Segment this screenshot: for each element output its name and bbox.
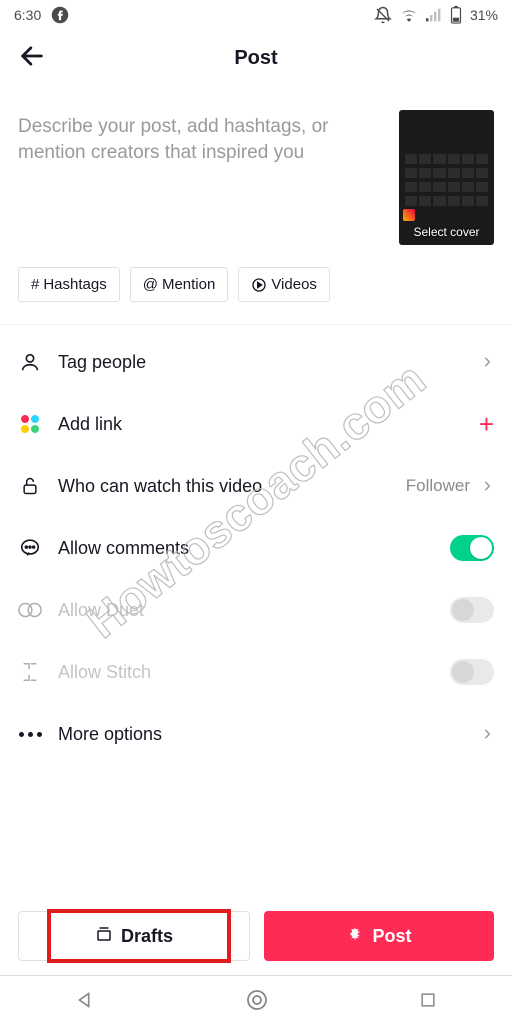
mention-chip-label: Mention bbox=[162, 276, 215, 293]
allow-duet-toggle bbox=[450, 597, 494, 623]
more-options-label: More options bbox=[58, 724, 464, 745]
play-circle-icon bbox=[251, 277, 267, 293]
allow-comments-toggle[interactable] bbox=[450, 535, 494, 561]
post-label: Post bbox=[372, 926, 411, 947]
plus-icon: + bbox=[479, 411, 494, 437]
drafts-button[interactable]: Drafts bbox=[18, 911, 250, 961]
drafts-icon bbox=[95, 925, 113, 948]
mention-chip[interactable]: @Mention bbox=[130, 267, 229, 302]
comment-icon bbox=[18, 537, 42, 559]
apps-icon bbox=[18, 415, 42, 433]
select-cover-label: Select cover bbox=[399, 225, 494, 239]
chevron-right-icon bbox=[480, 355, 494, 369]
battery-icon bbox=[450, 6, 462, 24]
lock-open-icon bbox=[18, 475, 42, 497]
tag-people-row[interactable]: Tag people bbox=[18, 331, 494, 393]
allow-duet-row: Allow Duet bbox=[18, 579, 494, 641]
privacy-value: Follower bbox=[406, 476, 470, 496]
nav-recent-icon[interactable] bbox=[418, 990, 438, 1010]
allow-duet-label: Allow Duet bbox=[58, 600, 434, 621]
caption-input[interactable]: Describe your post, add hashtags, or men… bbox=[18, 110, 385, 245]
hashtags-chip[interactable]: #Hashtags bbox=[18, 267, 120, 302]
system-nav bbox=[0, 976, 512, 1024]
add-link-row[interactable]: Add link + bbox=[18, 393, 494, 455]
chevron-right-icon bbox=[480, 727, 494, 741]
signal-icon bbox=[426, 8, 442, 22]
divider bbox=[0, 324, 512, 325]
status-time: 6:30 bbox=[14, 7, 41, 23]
sparkle-icon bbox=[346, 925, 364, 948]
hash-icon: # bbox=[31, 276, 39, 293]
more-options-row[interactable]: More options bbox=[18, 703, 494, 765]
allow-stitch-toggle bbox=[450, 659, 494, 685]
status-bar: 6:30 31% bbox=[0, 0, 512, 30]
at-icon: @ bbox=[143, 276, 158, 293]
privacy-label: Who can watch this video bbox=[58, 476, 390, 497]
person-icon bbox=[18, 351, 42, 373]
allow-stitch-label: Allow Stitch bbox=[58, 662, 434, 683]
allow-comments-row: Allow comments bbox=[18, 517, 494, 579]
videos-chip-label: Videos bbox=[271, 276, 317, 293]
page-title: Post bbox=[18, 47, 494, 70]
facebook-icon bbox=[51, 6, 69, 24]
header: Post bbox=[0, 30, 512, 86]
videos-chip[interactable]: Videos bbox=[238, 267, 330, 302]
nav-home-icon[interactable] bbox=[245, 988, 269, 1012]
bell-off-icon bbox=[374, 6, 392, 24]
hashtags-chip-label: Hashtags bbox=[43, 276, 106, 293]
privacy-row[interactable]: Who can watch this video Follower bbox=[18, 455, 494, 517]
stitch-icon bbox=[18, 661, 42, 683]
more-icon bbox=[18, 732, 42, 737]
chevron-right-icon bbox=[480, 479, 494, 493]
allow-comments-label: Allow comments bbox=[58, 538, 434, 559]
back-button[interactable] bbox=[18, 42, 46, 75]
nav-back-icon[interactable] bbox=[74, 989, 96, 1011]
battery-percent: 31% bbox=[470, 7, 498, 23]
wifi-icon bbox=[400, 8, 418, 22]
allow-stitch-row: Allow Stitch bbox=[18, 641, 494, 703]
cover-thumbnail[interactable]: Select cover bbox=[399, 110, 494, 245]
drafts-label: Drafts bbox=[121, 926, 173, 947]
tag-people-label: Tag people bbox=[58, 352, 464, 373]
post-button[interactable]: Post bbox=[264, 911, 494, 961]
add-link-label: Add link bbox=[58, 414, 463, 435]
duet-icon bbox=[18, 600, 42, 620]
